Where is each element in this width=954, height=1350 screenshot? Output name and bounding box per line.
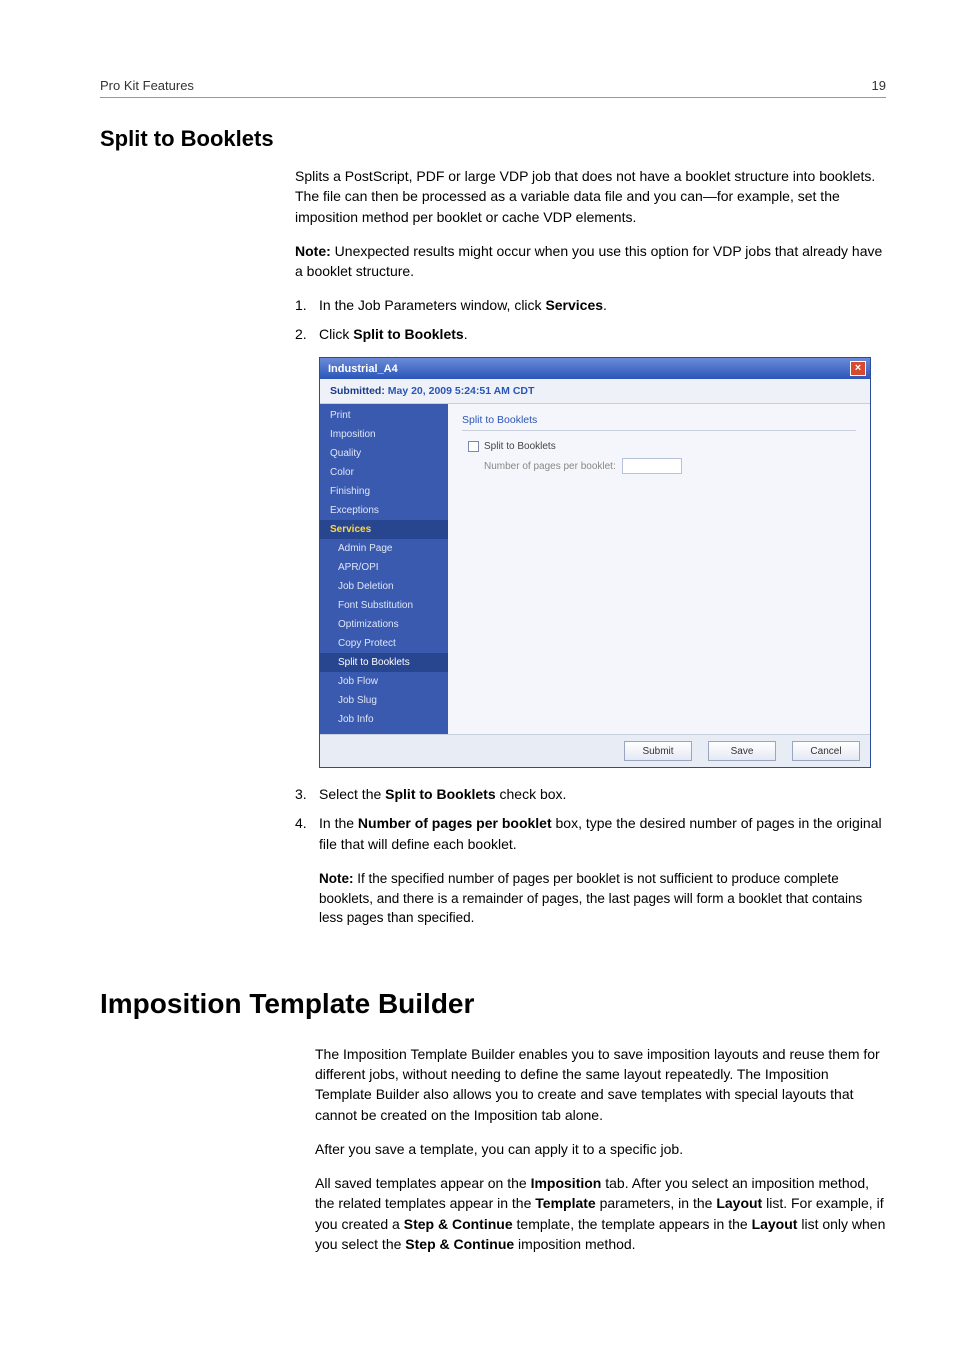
panel-title: Split to Booklets bbox=[462, 414, 856, 426]
checkbox-label: Split to Booklets bbox=[484, 441, 556, 452]
step-number: 3. bbox=[295, 784, 319, 805]
sidebar-item-imposition[interactable]: Imposition bbox=[320, 425, 448, 444]
save-button[interactable]: Save bbox=[708, 741, 776, 761]
note-label: Note: bbox=[319, 871, 354, 886]
sidebar-item-color[interactable]: Color bbox=[320, 463, 448, 482]
sidebar-sub-jobdel[interactable]: Job Deletion bbox=[320, 577, 448, 596]
split-checkbox-row[interactable]: Split to Booklets bbox=[468, 441, 856, 452]
step-2: 2. Click Split to Booklets. bbox=[295, 324, 886, 345]
submit-button[interactable]: Submit bbox=[624, 741, 692, 761]
sidebar-sub-fontsub[interactable]: Font Substitution bbox=[320, 596, 448, 615]
sidebar-sub-jobflow[interactable]: Job Flow bbox=[320, 672, 448, 691]
step-number: 2. bbox=[295, 324, 319, 345]
dialog-footer: Submit Save Cancel bbox=[320, 734, 870, 767]
cancel-button[interactable]: Cancel bbox=[792, 741, 860, 761]
dialog-main-panel: Split to Booklets Split to Booklets Numb… bbox=[448, 404, 870, 734]
submitted-label: Submitted: bbox=[330, 385, 385, 397]
pages-per-booklet-input[interactable] bbox=[622, 458, 682, 474]
pages-per-booklet-row: Number of pages per booklet: bbox=[484, 458, 856, 474]
sidebar-sub-jobinfo[interactable]: Job Info bbox=[320, 710, 448, 729]
split-intro: Splits a PostScript, PDF or large VDP jo… bbox=[295, 166, 886, 227]
job-parameters-dialog: Industrial_A4 × Submitted: May 20, 2009 … bbox=[319, 357, 871, 768]
steps-list-cont: 3. Select the Split to Booklets check bo… bbox=[295, 784, 886, 855]
step-4: 4. In the Number of pages per booklet bo… bbox=[295, 813, 886, 855]
sidebar-sub-admin[interactable]: Admin Page bbox=[320, 539, 448, 558]
sidebar-sub-copyprot[interactable]: Copy Protect bbox=[320, 634, 448, 653]
panel-divider bbox=[462, 430, 856, 431]
sidebar-item-services[interactable]: Services bbox=[320, 520, 448, 539]
header-left: Pro Kit Features bbox=[100, 78, 194, 93]
sidebar-item-finishing[interactable]: Finishing bbox=[320, 482, 448, 501]
note-label: Note: bbox=[295, 243, 331, 259]
sidebar-item-exceptions[interactable]: Exceptions bbox=[320, 501, 448, 520]
section-title-imposition: Imposition Template Builder bbox=[100, 988, 886, 1020]
sidebar-sub-apr[interactable]: APR/OPI bbox=[320, 558, 448, 577]
dialog-titlebar: Industrial_A4 × bbox=[320, 358, 870, 379]
sidebar-item-quality[interactable]: Quality bbox=[320, 444, 448, 463]
imposition-p3: All saved templates appear on the Imposi… bbox=[315, 1173, 886, 1254]
note-text: If the specified number of pages per boo… bbox=[319, 871, 862, 925]
imposition-p2: After you save a template, you can apply… bbox=[315, 1139, 886, 1159]
dialog-sidebar: Print Imposition Quality Color Finishing… bbox=[320, 404, 448, 734]
step-3: 3. Select the Split to Booklets check bo… bbox=[295, 784, 886, 805]
close-icon[interactable]: × bbox=[850, 361, 866, 376]
dialog-subbar: Submitted: May 20, 2009 5:24:51 AM CDT bbox=[320, 379, 870, 404]
section-title-split: Split to Booklets bbox=[100, 126, 886, 152]
step-number: 1. bbox=[295, 295, 319, 316]
checkbox-icon[interactable] bbox=[468, 441, 479, 452]
sidebar-item-print[interactable]: Print bbox=[320, 406, 448, 425]
sidebar-sub-split[interactable]: Split to Booklets bbox=[320, 653, 448, 672]
dialog-title: Industrial_A4 bbox=[328, 363, 398, 375]
step-1: 1. In the Job Parameters window, click S… bbox=[295, 295, 886, 316]
step4-note: Note: If the specified number of pages p… bbox=[319, 869, 886, 928]
dialog-screenshot: Industrial_A4 × Submitted: May 20, 2009 … bbox=[319, 357, 886, 768]
step-number: 4. bbox=[295, 813, 319, 855]
header-page-number: 19 bbox=[872, 78, 886, 93]
sidebar-sub-optim[interactable]: Optimizations bbox=[320, 615, 448, 634]
imposition-p1: The Imposition Template Builder enables … bbox=[315, 1044, 886, 1125]
field-label: Number of pages per booklet: bbox=[484, 461, 616, 472]
note-text: Unexpected results might occur when you … bbox=[295, 243, 882, 279]
sidebar-sub-jobslug[interactable]: Job Slug bbox=[320, 691, 448, 710]
submitted-value: May 20, 2009 5:24:51 AM CDT bbox=[385, 385, 535, 397]
page-header: Pro Kit Features 19 bbox=[100, 78, 886, 98]
steps-list: 1. In the Job Parameters window, click S… bbox=[295, 295, 886, 345]
split-note: Note: Unexpected results might occur whe… bbox=[295, 241, 886, 282]
